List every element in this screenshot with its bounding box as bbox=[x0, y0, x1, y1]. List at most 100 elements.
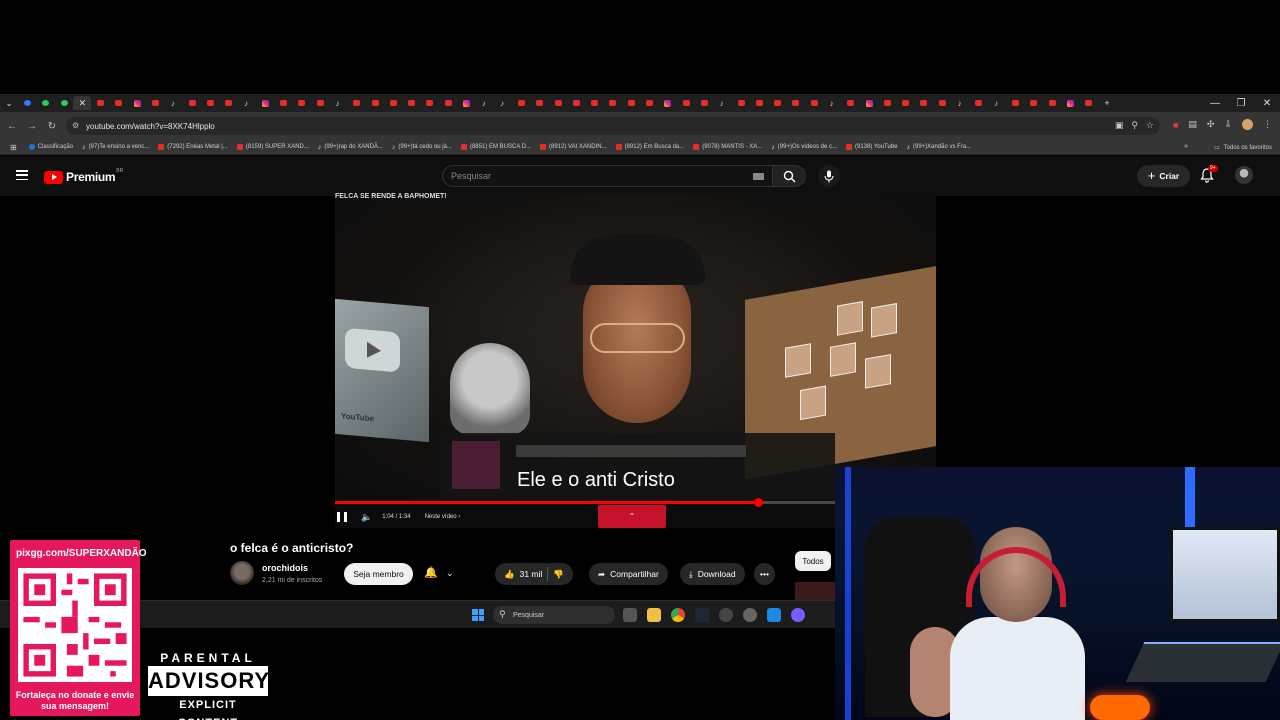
bookmark-item[interactable]: ♪ (97)Te ensino a venc... bbox=[82, 144, 149, 151]
browser-tab[interactable] bbox=[274, 96, 292, 110]
account-avatar[interactable] bbox=[1235, 166, 1253, 184]
browser-tab[interactable] bbox=[897, 96, 915, 110]
browser-tab[interactable] bbox=[1025, 96, 1043, 110]
browser-tab[interactable] bbox=[293, 96, 311, 110]
browser-tab[interactable] bbox=[311, 96, 329, 110]
app-icon[interactable] bbox=[791, 608, 805, 622]
notifications-button[interactable]: 9+ bbox=[1200, 165, 1218, 184]
subscribed-bell-icon[interactable]: 🔔 bbox=[424, 566, 438, 579]
back-icon[interactable]: ← bbox=[2, 116, 22, 136]
like-icon[interactable]: 👍 bbox=[504, 569, 515, 580]
browser-tab[interactable] bbox=[348, 96, 366, 110]
file-explorer-icon[interactable] bbox=[647, 608, 661, 622]
sidebar-icon[interactable]: ▤ bbox=[1188, 119, 1197, 130]
filter-chip-all[interactable]: Todos bbox=[795, 551, 831, 571]
steam-icon[interactable] bbox=[695, 608, 709, 622]
browser-tab[interactable] bbox=[18, 96, 36, 110]
browser-tab[interactable] bbox=[933, 96, 951, 110]
maximize-button[interactable]: ❐ bbox=[1229, 94, 1253, 112]
browser-tab[interactable] bbox=[1061, 96, 1079, 110]
bookmark-item[interactable]: (8912) Em Busca da... bbox=[615, 144, 684, 150]
browser-tab[interactable] bbox=[732, 96, 750, 110]
bookmark-item[interactable]: ♪ (99+)rap do XANDÃ... bbox=[318, 144, 383, 151]
dislike-icon[interactable]: 👎 bbox=[553, 569, 564, 580]
browser-tab[interactable] bbox=[1006, 96, 1024, 110]
new-tab-button[interactable]: + bbox=[1098, 96, 1116, 110]
chrome-icon[interactable] bbox=[671, 608, 685, 622]
browser-tab[interactable] bbox=[512, 96, 530, 110]
browser-tab[interactable] bbox=[604, 96, 622, 110]
task-view-icon[interactable] bbox=[623, 608, 637, 622]
browser-tab[interactable] bbox=[421, 96, 439, 110]
app-icon[interactable] bbox=[767, 608, 781, 622]
app-icon[interactable] bbox=[719, 608, 733, 622]
bookmark-item[interactable]: (7292) Enéas Metal |... bbox=[158, 144, 228, 150]
reload-icon[interactable]: ↻ bbox=[42, 116, 62, 136]
pause-icon[interactable] bbox=[337, 512, 347, 522]
search-button[interactable] bbox=[772, 165, 806, 187]
browser-tab[interactable] bbox=[146, 96, 164, 110]
extension-icon[interactable]: ■ bbox=[1173, 120, 1178, 130]
downloads-icon[interactable]: ⇩ bbox=[1224, 119, 1232, 130]
bookmark-item[interactable]: (9138) YouTube bbox=[846, 144, 897, 150]
address-bar[interactable]: ⚙ youtube.com/watch?v=8XK74Hlpplo ▣ ⚲ ☆ bbox=[66, 117, 1160, 135]
bookmark-item[interactable]: (8851) EM BUSCA D... bbox=[460, 144, 531, 150]
browser-tab[interactable] bbox=[549, 96, 567, 110]
browser-tab[interactable]: ♪ bbox=[714, 96, 732, 110]
settings-icon[interactable] bbox=[743, 608, 757, 622]
browser-tab[interactable]: ♪ bbox=[476, 96, 494, 110]
tab-close-button[interactable]: ✕ bbox=[73, 96, 92, 110]
apps-icon[interactable]: ⊞ bbox=[10, 143, 17, 152]
download-button[interactable]: ⤓ Download bbox=[680, 563, 745, 585]
tab-search-icon[interactable]: ⌄ bbox=[0, 96, 18, 110]
window-close-button[interactable]: ✕ bbox=[1255, 94, 1279, 112]
browser-tab[interactable] bbox=[970, 96, 988, 110]
bookmark-item[interactable]: (8159) SUPER XAND... bbox=[236, 144, 309, 150]
zoom-icon[interactable]: ⚲ bbox=[1131, 120, 1138, 131]
browser-tab[interactable] bbox=[750, 96, 768, 110]
volume-icon[interactable]: 🔈 bbox=[361, 512, 372, 523]
browser-tab[interactable] bbox=[183, 96, 201, 110]
browser-tab[interactable] bbox=[55, 96, 73, 110]
browser-tab[interactable] bbox=[878, 96, 896, 110]
forward-icon[interactable]: → bbox=[22, 116, 42, 136]
bookmark-item[interactable]: (8912) VAI XANDIN... bbox=[540, 144, 607, 150]
like-count[interactable]: 31 mil bbox=[520, 569, 543, 579]
chevron-down-icon[interactable]: ⌄ bbox=[446, 568, 454, 579]
search-input[interactable]: Pesquisar bbox=[442, 165, 772, 187]
browser-tab[interactable] bbox=[256, 96, 274, 110]
browser-tab[interactable] bbox=[128, 96, 146, 110]
profile-avatar[interactable] bbox=[1242, 119, 1253, 130]
browser-tab[interactable] bbox=[1080, 96, 1098, 110]
install-icon[interactable]: ▣ bbox=[1115, 120, 1124, 131]
guide-menu-icon[interactable] bbox=[16, 170, 28, 180]
bookmarks-overflow-icon[interactable]: » bbox=[1184, 143, 1188, 150]
browser-tab[interactable]: ♪ bbox=[494, 96, 512, 110]
join-button[interactable]: Seja membro bbox=[344, 563, 413, 585]
windows-start-icon[interactable] bbox=[472, 609, 484, 621]
bookmark-item[interactable]: ♪ (99+)tá cedo ou já... bbox=[392, 144, 452, 151]
browser-tab[interactable] bbox=[91, 96, 109, 110]
browser-tab[interactable]: ♪ bbox=[238, 96, 256, 110]
keyboard-icon[interactable] bbox=[753, 173, 764, 180]
bookmark-star-icon[interactable]: ☆ bbox=[1146, 120, 1154, 131]
browser-tab[interactable] bbox=[567, 96, 585, 110]
browser-tab[interactable] bbox=[787, 96, 805, 110]
browser-tab[interactable]: ♪ bbox=[988, 96, 1006, 110]
browser-tab[interactable] bbox=[860, 96, 878, 110]
browser-tab[interactable] bbox=[201, 96, 219, 110]
create-button[interactable]: + Criar bbox=[1137, 165, 1190, 187]
browser-tab[interactable] bbox=[439, 96, 457, 110]
browser-tab[interactable] bbox=[366, 96, 384, 110]
related-video-thumbnail[interactable] bbox=[795, 582, 835, 602]
youtube-logo[interactable]: Premium BR bbox=[44, 168, 123, 184]
bookmark-item[interactable]: ♪ (99+)Os vídeos de c... bbox=[771, 144, 837, 151]
chapters-button[interactable]: Neste vídeo › bbox=[425, 514, 461, 520]
menu-icon[interactable]: ⋮ bbox=[1263, 119, 1272, 130]
browser-tab[interactable] bbox=[768, 96, 786, 110]
channel-name[interactable]: orochidois bbox=[262, 563, 308, 573]
browser-tab[interactable]: ♪ bbox=[165, 96, 183, 110]
browser-tab[interactable] bbox=[110, 96, 128, 110]
all-bookmarks[interactable]: ▭ Todos os favoritos bbox=[1214, 144, 1272, 152]
browser-tab[interactable] bbox=[1043, 96, 1061, 110]
